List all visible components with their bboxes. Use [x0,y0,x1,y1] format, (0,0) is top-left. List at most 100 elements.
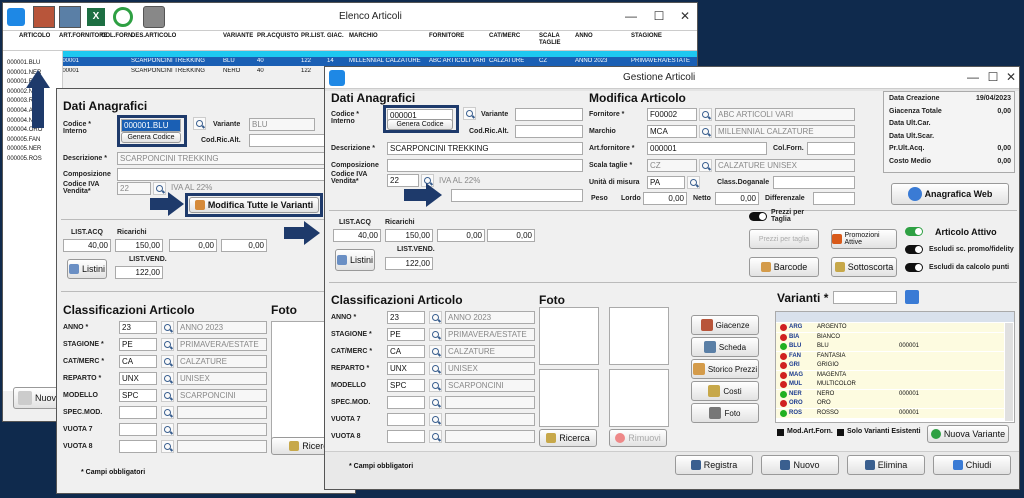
anagrafica-web-button[interactable]: Anagrafica Web [891,183,1009,205]
side-button-0[interactable]: Giacenze [691,315,759,335]
front-specmod-search-icon[interactable] [429,396,442,409]
table-row[interactable] [776,342,1004,351]
prezzi-taglia-button[interactable]: Prezzi per taglia [749,229,819,249]
chiudi-button[interactable]: Chiudi [933,455,1011,475]
front-vuota8-code[interactable] [387,430,425,443]
front-variante-input[interactable] [515,108,583,121]
front-scala-search-icon[interactable] [699,159,712,172]
elimina-button[interactable]: Elimina [847,455,925,475]
back-vuota8-search-icon[interactable] [161,440,174,453]
grid-column-header[interactable]: ANNO [575,33,629,40]
front-scala-code[interactable]: CZ [647,159,697,172]
front-listini-button[interactable]: Listini [335,249,375,271]
back-listini-button[interactable]: Listini [67,259,107,279]
front-codice-search-icon[interactable] [463,107,476,120]
front-minimize-icon[interactable]: — [965,70,981,84]
front-fornitore-code[interactable]: F00002 [647,108,697,121]
front-lordo-input[interactable]: 0,00 [643,192,687,205]
front-maximize-icon[interactable]: ☐ [985,70,1001,84]
front-modello-search-icon[interactable] [429,379,442,392]
front-artforn-input[interactable]: 000001 [647,142,767,155]
escludi-promo-toggle[interactable] [905,245,923,254]
excel-icon[interactable]: X [87,8,105,26]
front-diff-input[interactable] [813,192,855,205]
front-cat-search-icon[interactable] [429,345,442,358]
new-article-button[interactable]: Nuov [13,387,61,409]
front-anno-code[interactable]: 23 [387,311,425,324]
back-anno-search-icon[interactable] [161,321,174,334]
back-composizione-input[interactable] [117,168,347,181]
grid-column-header[interactable]: PR.ACQUISTO [257,33,299,40]
back-vuota8-code[interactable] [119,440,157,453]
grid-column-header[interactable]: CAT/MERC [489,33,537,40]
back-stagione-search-icon[interactable] [161,338,174,351]
back-anno-code[interactable]: 23 [119,321,157,334]
back-reparto-code[interactable]: UNX [119,372,157,385]
table-row[interactable] [776,323,1004,332]
list-item[interactable]: 000001.BLU [7,60,61,66]
front-close-icon[interactable]: ✕ [1003,70,1019,84]
nuova-variante-button[interactable]: Nuova Variante [927,425,1009,443]
side-button-3[interactable]: Costi [691,381,759,401]
back-modello-code[interactable]: SPC [119,389,157,402]
back-iva-code[interactable]: 22 [117,182,151,195]
grid-column-header[interactable]: GIAC. [327,33,347,40]
front-ric3-input[interactable]: 0,00 [487,229,535,242]
rimuovi-button[interactable]: Rimuovi [609,429,667,447]
back-reparto-search-icon[interactable] [161,372,174,385]
list-item[interactable]: 000005.ROS [7,156,61,162]
front-codric-input[interactable] [515,125,583,138]
back-codice-search-icon[interactable] [193,117,206,130]
registra-button[interactable]: Registra [675,455,753,475]
back-specmod-search-icon[interactable] [161,406,174,419]
front-iva-code[interactable]: 22 [387,174,419,187]
table-row[interactable] [776,389,1004,399]
list-item[interactable]: 000005.NER [7,146,61,152]
front-extra-input[interactable] [451,189,583,202]
back-ric2-input[interactable]: 0,00 [169,239,217,252]
grid-column-header[interactable]: ARTICOLO [19,33,57,40]
front-list-vend-input[interactable]: 122,00 [385,257,433,270]
side-button-1[interactable]: Scheda [691,337,759,357]
prezzi-taglia-toggle[interactable] [749,212,767,221]
front-ric2-input[interactable]: 0,00 [437,229,485,242]
front-marchio-search-icon[interactable] [699,125,712,138]
front-reparto-search-icon[interactable] [429,362,442,375]
table-row[interactable] [776,380,1004,389]
table-row[interactable] [776,370,1004,380]
grid-column-header[interactable]: PR.LIST. [301,33,325,40]
table-row[interactable] [776,361,1004,370]
grid-column-header[interactable]: STAGIONE [631,33,693,40]
grid-column-header[interactable]: DES.ARTICOLO [131,33,221,40]
front-descrizione-input[interactable]: SCARPONCINI TREKKING [387,142,583,155]
solo-varianti-checkbox[interactable] [837,429,844,436]
front-vuota7-code[interactable] [387,413,425,426]
front-unita-search-icon[interactable] [687,176,700,189]
back-iva-search-icon[interactable] [153,182,166,195]
nuovo-button[interactable]: Nuovo [761,455,839,475]
varianti-search-input[interactable] [833,291,897,304]
calculator-icon[interactable] [59,6,81,28]
front-marchio-code[interactable]: MCA [647,125,697,138]
front-anno-search-icon[interactable] [429,311,442,324]
front-unita-code[interactable]: PA [647,176,685,189]
back-cat-code[interactable]: CA [119,355,157,368]
front-stagione-code[interactable]: PE [387,328,425,341]
promozioni-button[interactable]: Promozioni Attive [831,229,897,249]
front-vuota7-search-icon[interactable] [429,413,442,426]
varianti-settings-icon[interactable] [905,290,919,304]
back-list-vend-input[interactable]: 122,00 [115,266,163,279]
grid-column-header[interactable]: VARIANTE [223,33,255,40]
front-specmod-code[interactable] [387,396,425,409]
grid-column-header[interactable]: COL.FORN. [101,33,134,40]
barcode-button[interactable]: Barcode [749,257,819,277]
list-item[interactable]: 000004.ORO [7,127,61,133]
front-vuota8-search-icon[interactable] [429,430,442,443]
close-icon[interactable]: ✕ [677,9,693,23]
back-modello-search-icon[interactable] [161,389,174,402]
escludi-calcolo-toggle[interactable] [905,263,923,272]
front-composizione-input[interactable] [387,159,583,172]
front-cat-code[interactable]: CA [387,345,425,358]
front-ricerca-button[interactable]: Ricerca [539,429,597,447]
list-item[interactable]: 000005.FAN [7,137,61,143]
